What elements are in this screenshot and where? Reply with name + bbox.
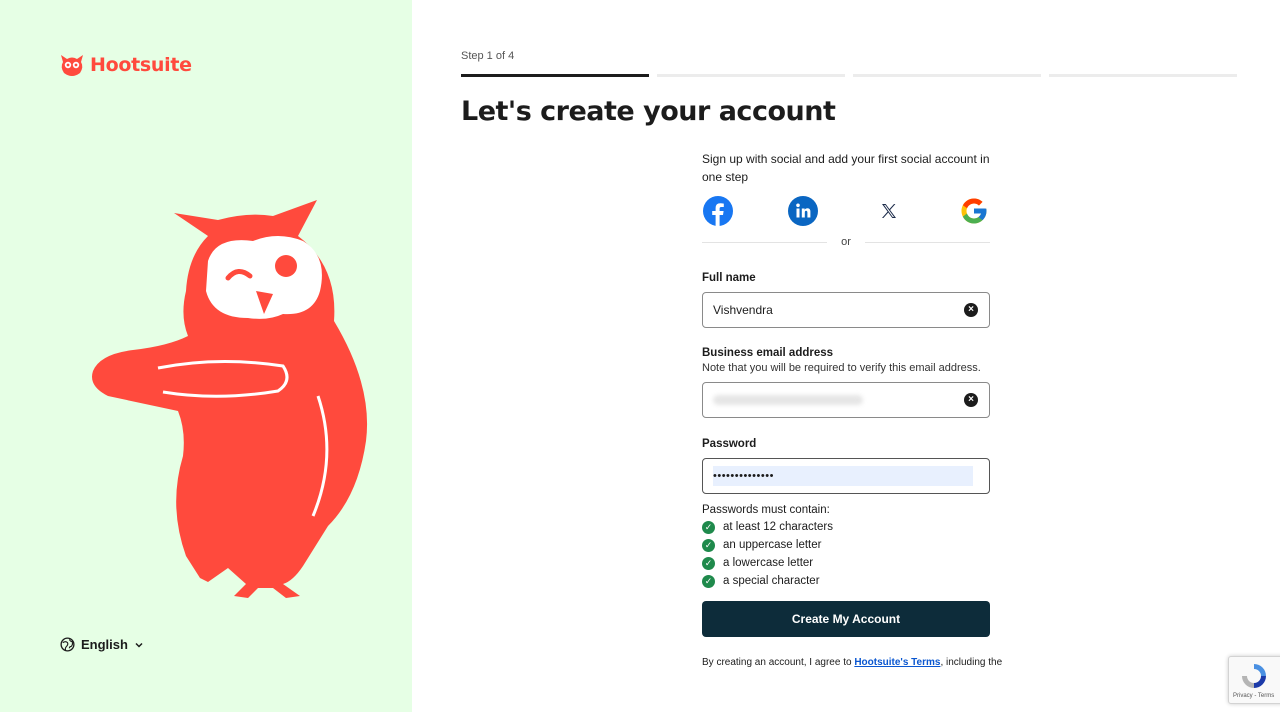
recaptcha-badge[interactable]: Privacy - Terms xyxy=(1228,656,1280,704)
language-label: English xyxy=(81,637,128,652)
password-rule-text: a special character xyxy=(723,575,820,587)
page-title: Let's create your account xyxy=(461,96,836,127)
language-selector[interactable]: English xyxy=(60,637,144,652)
signup-area: Step 1 of 4 Let's create your account Si… xyxy=(412,0,1280,712)
step-indicator: Step 1 of 4 xyxy=(461,50,515,62)
full-name-input[interactable] xyxy=(713,303,943,317)
password-rule-text: an uppercase letter xyxy=(723,539,822,551)
password-field[interactable]: •••••••••••••• xyxy=(702,458,990,494)
google-signup-button[interactable] xyxy=(958,195,990,227)
google-icon xyxy=(961,198,987,224)
legal-text: By creating an account, I agree to Hoots… xyxy=(702,657,1002,668)
check-circle-icon: ✓ xyxy=(702,520,715,534)
email-value-redacted xyxy=(713,395,863,405)
divider-line-left xyxy=(702,241,828,243)
legal-suffix: , including the xyxy=(940,657,1003,668)
chevron-down-icon xyxy=(135,642,143,648)
password-rule-text: a lowercase letter xyxy=(723,557,814,569)
facebook-icon xyxy=(703,196,733,226)
recaptcha-icon xyxy=(1242,664,1266,688)
terms-link[interactable]: Hootsuite's Terms xyxy=(854,657,940,668)
password-rules-heading: Passwords must contain: xyxy=(702,504,830,516)
progress-segment-2 xyxy=(657,74,845,77)
legal-prefix: By creating an account, I agree to xyxy=(702,657,855,668)
linkedin-icon xyxy=(788,196,819,226)
full-name-field[interactable]: × xyxy=(702,292,990,328)
step-progress-bar xyxy=(461,74,1237,77)
x-signup-button[interactable] xyxy=(873,195,905,227)
social-login-row xyxy=(702,194,990,228)
password-input[interactable]: •••••••••••••• xyxy=(713,470,774,482)
logo-wordmark: Hootsuite xyxy=(90,54,192,76)
signup-form: Sign up with social and add your first s… xyxy=(702,150,1002,668)
check-circle-icon: ✓ xyxy=(702,556,715,570)
password-rule: ✓ a lowercase letter xyxy=(702,556,990,570)
x-icon xyxy=(881,204,896,218)
progress-segment-3 xyxy=(853,74,1041,77)
create-account-button[interactable]: Create My Account xyxy=(702,601,990,637)
email-field[interactable]: × xyxy=(702,382,990,418)
recaptcha-terms[interactable]: Privacy - Terms xyxy=(1233,693,1274,699)
password-rule: ✓ a special character xyxy=(702,574,990,588)
social-intro-text: Sign up with social and add your first s… xyxy=(702,152,990,184)
password-rule: ✓ an uppercase letter xyxy=(702,538,990,552)
progress-segment-1 xyxy=(461,74,649,77)
full-name-label: Full name xyxy=(702,272,756,284)
owl-logo-icon xyxy=(61,55,83,76)
globe-icon xyxy=(60,637,75,652)
password-rule: ✓ at least 12 characters xyxy=(702,520,990,534)
linkedin-signup-button[interactable] xyxy=(787,195,819,227)
divider-line-right xyxy=(864,241,990,243)
password-label: Password xyxy=(702,438,757,450)
password-rule-text: at least 12 characters xyxy=(723,521,833,533)
clear-email-icon[interactable]: × xyxy=(964,393,978,407)
or-divider: or xyxy=(702,236,990,248)
hootsuite-logo[interactable]: Hootsuite xyxy=(58,51,192,79)
divider-text: or xyxy=(841,236,851,248)
email-hint: Note that you will be required to verify… xyxy=(702,362,981,374)
email-label: Business email address xyxy=(702,347,834,359)
progress-segment-4 xyxy=(1049,74,1237,77)
check-circle-icon: ✓ xyxy=(702,574,715,588)
owl-mascot-illustration xyxy=(92,200,368,598)
brand-panel: Hootsuite English xyxy=(0,0,412,712)
clear-full-name-icon[interactable]: × xyxy=(964,303,978,317)
check-circle-icon: ✓ xyxy=(702,538,715,552)
facebook-signup-button[interactable] xyxy=(702,195,734,227)
